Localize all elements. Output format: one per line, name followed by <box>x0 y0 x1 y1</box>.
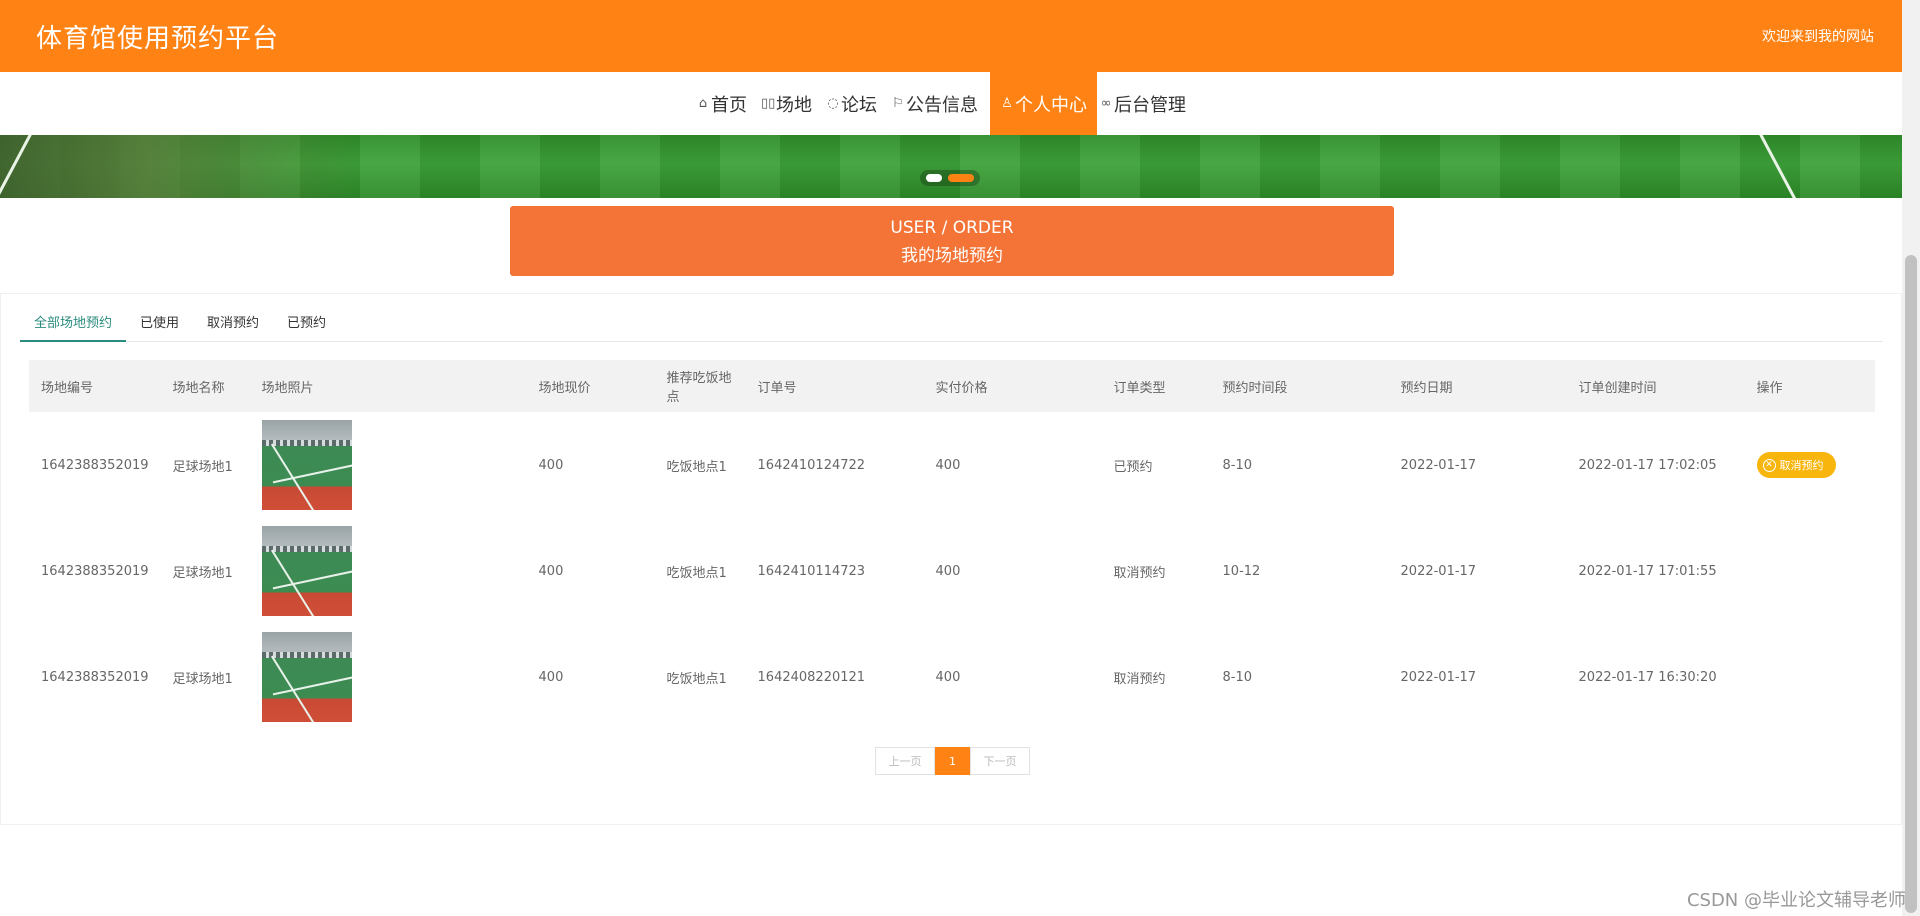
nav-item-home[interactable]: ⌂ 首页 <box>694 72 759 135</box>
site-header: 体育馆使用预约平台 欢迎来到我的网站 <box>0 0 1902 72</box>
section-title-cn: 我的场地预约 <box>901 246 1003 266</box>
main-nav: ⌂ 首页 ▯▯ 场地 ◌ 论坛 ⚐ 公告信息 ♙ 个人中心 ∞ 后台管理 <box>0 72 1902 135</box>
cell-venue-id: 1642388352019 <box>41 669 149 685</box>
col-venue-photo: 场地照片 <box>249 360 527 412</box>
cell-action <box>1745 518 1875 624</box>
nav-item-label: 论坛 <box>841 94 877 116</box>
cancel-icon: ✕ <box>1762 458 1776 472</box>
cell-type: 取消预约 <box>1113 671 1166 687</box>
col-order-no: 订单号 <box>745 360 924 412</box>
cell-venue-name: 足球场地1 <box>172 565 233 581</box>
nav-item-label: 后台管理 <box>1114 94 1186 116</box>
col-action: 操作 <box>1744 360 1875 412</box>
table-row: 1642388352019 足球场地1 400 吃饭地点1 1642408220… <box>29 624 1875 730</box>
col-slot: 预约时间段 <box>1210 360 1389 412</box>
col-date: 预约日期 <box>1388 360 1567 412</box>
venue-photo <box>261 632 352 722</box>
order-tabs: 全部场地预约 已使用 取消预约 已预约 <box>20 308 1883 342</box>
user-icon: ♙ <box>1001 96 1013 111</box>
welcome-text: 欢迎来到我的网站 <box>1762 29 1874 45</box>
order-panel: 全部场地预约 已使用 取消预约 已预约 场地编号 场地名称 场地照片 场地现价 … <box>0 293 1902 825</box>
carousel-dot-active[interactable] <box>948 174 974 182</box>
scrollbar-thumb[interactable] <box>1905 255 1917 913</box>
cell-order-no: 1642408220121 <box>757 669 866 685</box>
nav-item-admin[interactable]: ∞ 后台管理 <box>1097 72 1198 135</box>
cell-date: 2022-01-17 <box>1400 563 1477 579</box>
tab-used[interactable]: 已使用 <box>126 308 193 342</box>
banner-carousel <box>0 135 1902 198</box>
cell-price: 400 <box>538 457 564 473</box>
section-title-en: USER / ORDER <box>890 218 1014 238</box>
venue-photo <box>261 420 352 510</box>
pagination: 上一页 1 下一页 <box>875 747 1030 775</box>
nav-item-label: 场地 <box>776 94 812 116</box>
banner-image <box>0 135 360 198</box>
table-row: 1642388352019 足球场地1 400 吃饭地点1 1642410114… <box>29 518 1875 624</box>
watermark: CSDN @毕业论文辅导老师 <box>1686 890 1906 911</box>
prev-page-button[interactable]: 上一页 <box>875 747 935 775</box>
tab-reserved[interactable]: 已预约 <box>273 308 340 342</box>
cell-created: 2022-01-17 16:30:20 <box>1578 669 1717 685</box>
page-number-current[interactable]: 1 <box>935 747 970 775</box>
tab-cancelled[interactable]: 取消预约 <box>193 308 273 342</box>
cell-order-no: 1642410114723 <box>757 563 866 579</box>
nav-item-label: 个人中心 <box>1015 94 1087 116</box>
cell-type: 已预约 <box>1113 459 1153 475</box>
col-venue-name: 场地名称 <box>160 360 250 412</box>
venue-photo <box>261 526 352 616</box>
table-row: 1642388352019 足球场地1 400 吃饭地点1 1642410124… <box>29 412 1875 518</box>
home-icon: ⌂ <box>698 96 708 111</box>
section-title-box: USER / ORDER 我的场地预约 <box>510 206 1394 276</box>
cell-venue-name: 足球场地1 <box>172 459 233 475</box>
tab-all[interactable]: 全部场地预约 <box>20 308 127 342</box>
cell-type: 取消预约 <box>1113 565 1166 581</box>
page-scrollbar[interactable] <box>1902 0 1920 916</box>
cell-dining: 吃饭地点1 <box>666 671 727 687</box>
order-table: 场地编号 场地名称 场地照片 场地现价 推荐吃饭地点 订单号 实付价格 订单类型… <box>29 360 1875 730</box>
cell-slot: 8-10 <box>1222 669 1253 685</box>
col-type: 订单类型 <box>1101 360 1211 412</box>
cell-created: 2022-01-17 17:02:05 <box>1578 457 1717 473</box>
forum-icon: ◌ <box>827 96 839 111</box>
cell-date: 2022-01-17 <box>1400 669 1477 685</box>
cell-date: 2022-01-17 <box>1400 457 1477 473</box>
cell-venue-id: 1642388352019 <box>41 563 149 579</box>
cell-price: 400 <box>538 563 564 579</box>
carousel-indicators <box>920 170 980 186</box>
nav-item-personal-center[interactable]: ♙ 个人中心 <box>990 72 1097 135</box>
venue-icon: ▯▯ <box>761 96 776 111</box>
col-dining: 推荐吃饭地点 <box>654 360 746 412</box>
link-icon: ∞ <box>1100 96 1112 111</box>
site-title[interactable]: 体育馆使用预约平台 <box>36 18 279 55</box>
cancel-reservation-label: 取消预约 <box>1779 459 1824 472</box>
cell-price: 400 <box>538 669 564 685</box>
col-price: 场地现价 <box>526 360 655 412</box>
col-created: 订单创建时间 <box>1566 360 1745 412</box>
col-paid: 实付价格 <box>923 360 1102 412</box>
next-page-button[interactable]: 下一页 <box>970 747 1030 775</box>
cell-venue-name: 足球场地1 <box>172 671 233 687</box>
nav-item-notice[interactable]: ⚐ 公告信息 <box>889 72 990 135</box>
col-venue-id: 场地编号 <box>29 360 161 412</box>
cell-slot: 8-10 <box>1222 457 1253 473</box>
cell-slot: 10-12 <box>1222 563 1261 579</box>
cell-order-no: 1642410124722 <box>757 457 866 473</box>
cell-paid: 400 <box>935 457 961 473</box>
cell-created: 2022-01-17 17:01:55 <box>1578 563 1717 579</box>
cell-dining: 吃饭地点1 <box>666 565 727 581</box>
cell-paid: 400 <box>935 563 961 579</box>
nav-item-label: 公告信息 <box>906 94 978 116</box>
nav-item-label: 首页 <box>711 94 747 116</box>
cell-action <box>1745 624 1875 730</box>
nav-item-forum[interactable]: ◌ 论坛 <box>824 72 889 135</box>
cell-dining: 吃饭地点1 <box>666 459 727 475</box>
carousel-dot[interactable] <box>926 174 942 182</box>
cell-paid: 400 <box>935 669 961 685</box>
cancel-reservation-button[interactable]: ✕ 取消预约 <box>1756 452 1836 478</box>
cell-venue-id: 1642388352019 <box>41 457 149 473</box>
nav-item-venue[interactable]: ▯▯ 场地 <box>759 72 824 135</box>
flag-icon: ⚐ <box>892 96 904 111</box>
table-header-row: 场地编号 场地名称 场地照片 场地现价 推荐吃饭地点 订单号 实付价格 订单类型… <box>29 360 1875 412</box>
